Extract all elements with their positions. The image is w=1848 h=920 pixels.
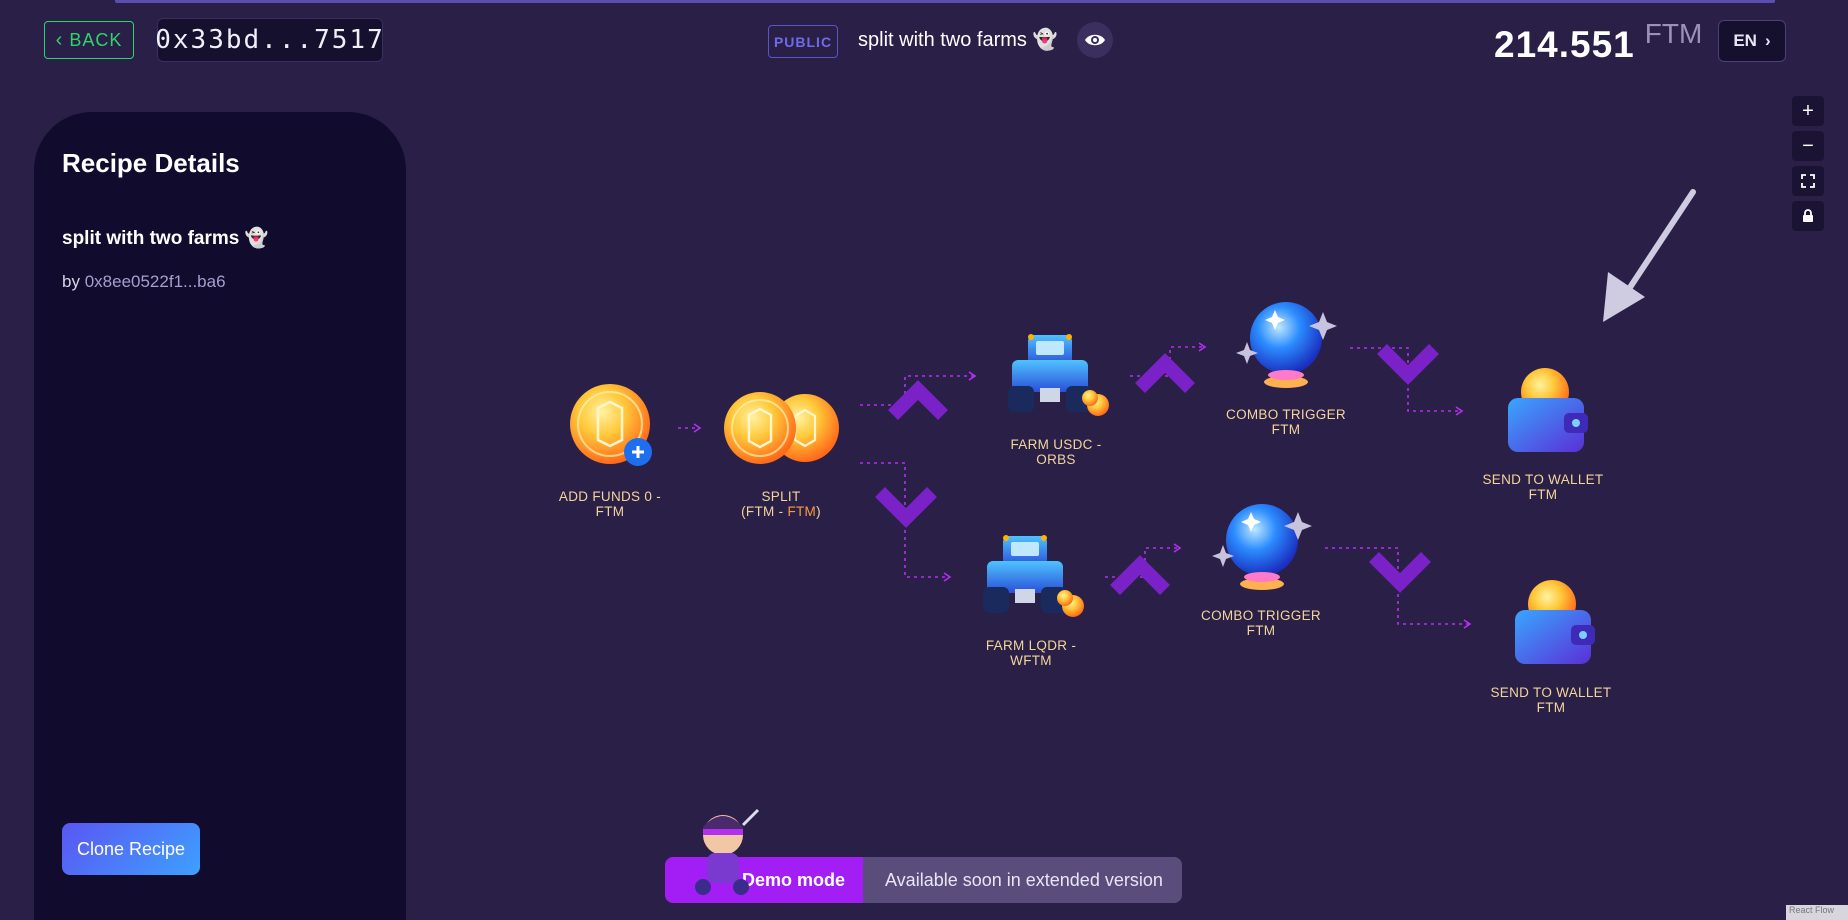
- lock-icon: [1803, 209, 1813, 222]
- react-flow-attribution[interactable]: React Flow: [1786, 905, 1848, 920]
- node-label: FARM LQDR - WFTM: [985, 638, 1077, 668]
- back-button[interactable]: ‹ BACK: [44, 21, 134, 59]
- send-to-wallet-icon: [1515, 580, 1595, 664]
- ninja-mascot-icon: [695, 808, 760, 895]
- top-progress-line: [115, 0, 1775, 3]
- fit-view-button[interactable]: [1792, 166, 1824, 196]
- node-label: ADD FUNDS 0 - FTM: [558, 489, 662, 519]
- chevron-right-icon: ›: [1764, 31, 1771, 50]
- node-combo-trigger-bottom[interactable]: COMBO TRIGGER FTM: [1186, 606, 1336, 638]
- author-prefix: by: [62, 272, 80, 291]
- split-token-open: (FTM -: [741, 504, 788, 519]
- demo-mode-message: Available soon in extended version: [863, 857, 1182, 903]
- chevron-left-icon: ‹: [55, 29, 64, 51]
- node-send-wallet-bottom[interactable]: SEND TO WALLET FTM: [1476, 683, 1626, 715]
- node-label: COMBO TRIGGER FTM: [1226, 407, 1346, 437]
- zoom-out-button[interactable]: −: [1792, 131, 1824, 161]
- flow-edges: [678, 346, 1470, 625]
- send-to-wallet-icon: [1508, 368, 1588, 452]
- split-token-accent: FTM: [787, 504, 817, 519]
- node-farm-usdc[interactable]: FARM USDC - ORBS: [981, 435, 1131, 467]
- recipe-details-panel: Recipe Details split with two farms 👻 by…: [34, 112, 406, 920]
- eye-icon: [1085, 34, 1105, 46]
- combo-trigger-crystal-ball-icon: [1212, 504, 1312, 590]
- recipe-title: split with two farms 👻: [858, 29, 1058, 51]
- node-label: SEND TO WALLET FTM: [1482, 472, 1604, 502]
- language-label: EN: [1733, 31, 1757, 50]
- split-coins-icon: [724, 392, 839, 464]
- node-add-funds[interactable]: ADD FUNDS 0 - FTM: [535, 487, 685, 519]
- annotation-arrow: [1603, 189, 1696, 322]
- panel-heading: Recipe Details: [62, 148, 240, 178]
- node-send-wallet-top[interactable]: SEND TO WALLET FTM: [1468, 470, 1618, 502]
- node-label: FARM USDC - ORBS: [1010, 437, 1102, 467]
- zoom-in-button[interactable]: +: [1792, 96, 1824, 126]
- node-label: SPLIT (FTM - FTM): [706, 489, 856, 519]
- minus-icon: −: [1802, 134, 1814, 157]
- split-label: SPLIT: [761, 489, 801, 504]
- node-label: COMBO TRIGGER FTM: [1201, 608, 1321, 638]
- author-address[interactable]: 0x8ee0522f1...ba6: [85, 272, 226, 291]
- farm-usdc-tractor-icon: [1008, 334, 1109, 416]
- balance-amount: 214.551: [1494, 24, 1635, 65]
- clone-recipe-button[interactable]: Clone Recipe: [62, 823, 200, 875]
- node-label: SEND TO WALLET FTM: [1490, 685, 1612, 715]
- balance-unit: FTM: [1644, 18, 1703, 49]
- plus-icon: +: [1802, 99, 1814, 122]
- language-button[interactable]: EN ›: [1718, 20, 1786, 62]
- back-label: BACK: [69, 29, 123, 50]
- node-farm-lqdr[interactable]: FARM LQDR - WFTM: [956, 636, 1106, 668]
- preview-button[interactable]: [1077, 22, 1113, 58]
- split-token-close: ): [816, 504, 821, 519]
- visibility-badge: PUBLIC: [768, 25, 838, 58]
- node-combo-trigger-top[interactable]: COMBO TRIGGER FTM: [1211, 405, 1361, 437]
- recipe-author: by 0x8ee0522f1...ba6: [62, 272, 226, 292]
- balance: 214.551 FTM: [1494, 18, 1702, 66]
- node-split[interactable]: SPLIT (FTM - FTM): [706, 487, 856, 519]
- add-funds-coin-icon: [570, 384, 652, 466]
- direction-chevrons: [875, 344, 1439, 595]
- recipe-name: split with two farms 👻: [62, 228, 269, 249]
- fullscreen-icon: [1801, 174, 1815, 188]
- combo-trigger-crystal-ball-icon: [1236, 302, 1337, 388]
- lock-button[interactable]: [1792, 201, 1824, 231]
- wallet-address[interactable]: 0x33bd...7517: [155, 18, 383, 62]
- farm-lqdr-tractor-icon: [983, 535, 1084, 617]
